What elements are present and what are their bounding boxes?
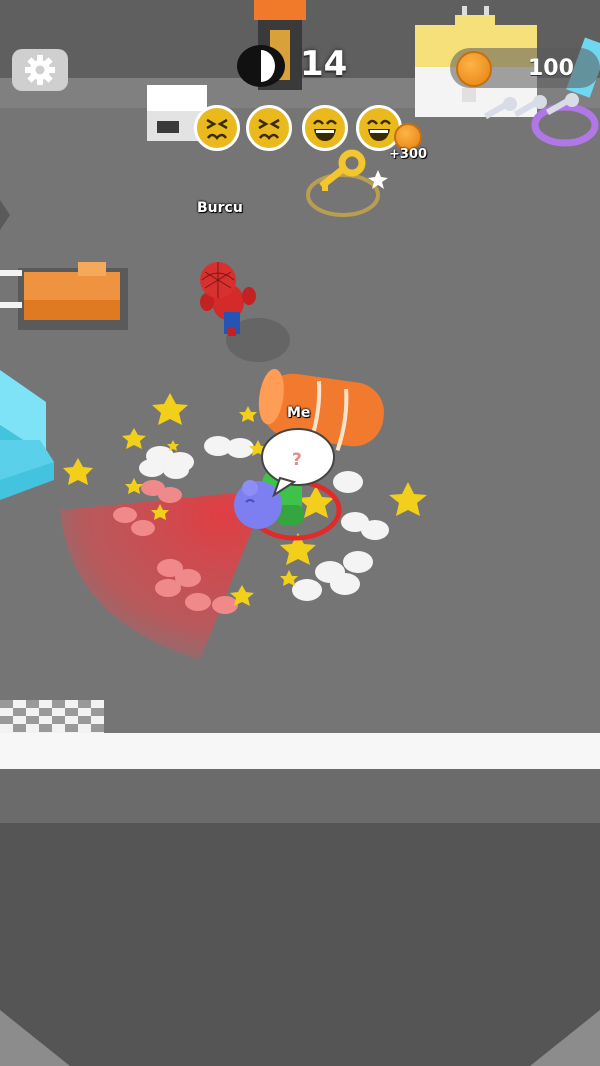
checkered-finish [0, 700, 104, 733]
player-name-tag: Me [287, 405, 311, 421]
gear-icon [25, 55, 55, 85]
lower-wall [0, 769, 600, 823]
speech-question-mark: ? [292, 450, 302, 470]
game-viewport: 14 100 +300 Burcu Me ? [0, 0, 600, 1066]
hider-count-icon [236, 44, 286, 88]
seeker-name-tag: Burcu [197, 200, 243, 216]
orange-bench [0, 262, 128, 330]
dizzy-face-icon [246, 105, 292, 151]
coin-icon [456, 51, 492, 87]
hider-count: 14 [300, 44, 348, 84]
lower-floor [0, 823, 600, 1066]
settings-button[interactable] [12, 49, 68, 91]
bonus-text: +300 [389, 147, 428, 162]
game-scene [0, 0, 600, 1066]
floor-divider [0, 733, 600, 769]
coin-amount: 100 [528, 56, 574, 81]
laughing-face-icon [302, 105, 348, 151]
door-pillar [254, 0, 306, 20]
dizzy-face-icon [194, 105, 240, 151]
